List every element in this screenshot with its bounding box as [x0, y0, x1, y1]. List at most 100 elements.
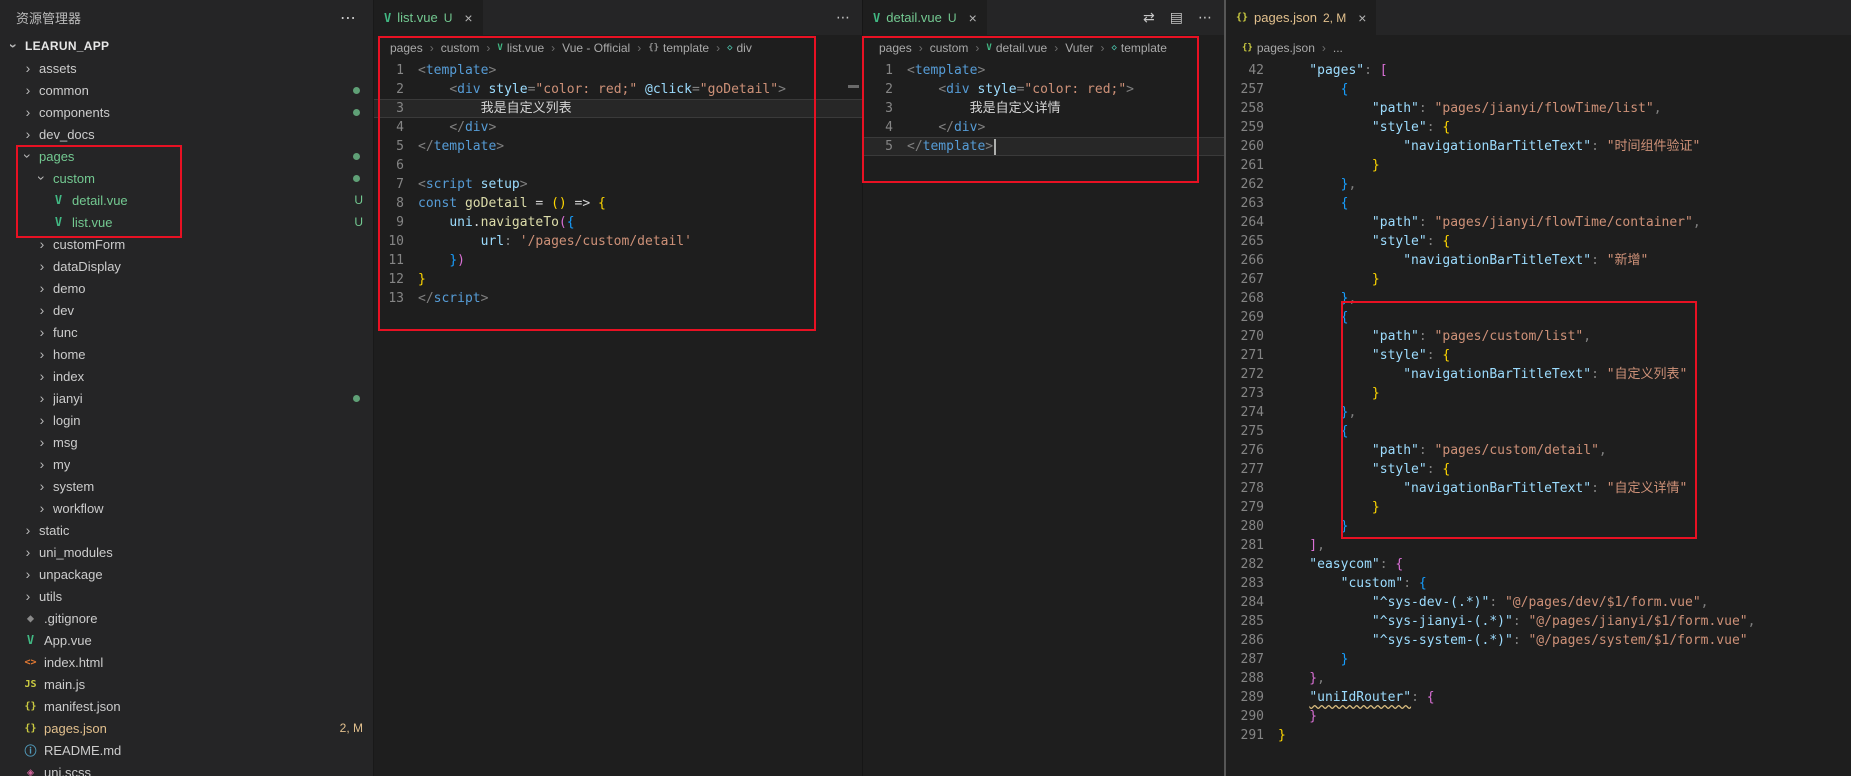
code-line[interactable]: 291} [1226, 726, 1851, 745]
code-line[interactable]: 9 uni.navigateTo({ [374, 213, 862, 232]
code-line[interactable]: 261 } [1226, 156, 1851, 175]
code-line[interactable]: 275 { [1226, 422, 1851, 441]
more-actions-icon[interactable]: ⋯ [836, 9, 850, 26]
tree-item-common[interactable]: ›common [0, 79, 373, 101]
tree-item-unpackage[interactable]: ›unpackage [0, 563, 373, 585]
code-line[interactable]: 290 } [1226, 707, 1851, 726]
tree-item-index[interactable]: ›index [0, 365, 373, 387]
code-line[interactable]: 271 "style": { [1226, 346, 1851, 365]
code-line[interactable]: 2 <div style="color: red;"> [863, 80, 1224, 99]
tree-item-dev[interactable]: ›dev [0, 299, 373, 321]
code-line[interactable]: 1<template> [863, 61, 1224, 80]
code-line[interactable]: 286 "^sys-system-(.*)": "@/pages/system/… [1226, 631, 1851, 650]
breadcrumb-item-item[interactable]: ... [1333, 41, 1343, 55]
code-line[interactable]: 284 "^sys-dev-(.*)": "@/pages/dev/$1/for… [1226, 593, 1851, 612]
tree-item-main-js[interactable]: JSmain.js [0, 673, 373, 695]
code-line[interactable]: 264 "path": "pages/jianyi/flowTime/conta… [1226, 213, 1851, 232]
tree-item-index-html[interactable]: <>index.html [0, 651, 373, 673]
code-line[interactable]: 268 }, [1226, 289, 1851, 308]
more-actions-icon[interactable]: ⋯ [1198, 9, 1212, 26]
code-line[interactable]: 6 [374, 156, 862, 175]
tree-item-system[interactable]: ›system [0, 475, 373, 497]
code-editor-pages-json[interactable]: 42 "pages": [257 {258 "path": "pages/jia… [1226, 61, 1851, 776]
tree-item-custom[interactable]: ›custom [0, 167, 373, 189]
code-line[interactable]: 270 "path": "pages/custom/list", [1226, 327, 1851, 346]
tree-item-utils[interactable]: ›utils [0, 585, 373, 607]
code-line[interactable]: 12} [374, 270, 862, 289]
code-line[interactable]: 257 { [1226, 80, 1851, 99]
code-line[interactable]: 288 }, [1226, 669, 1851, 688]
code-line[interactable]: 283 "custom": { [1226, 574, 1851, 593]
tab-detail-vue[interactable]: Vdetail.vueU× [863, 0, 988, 35]
code-line[interactable]: 2 <div style="color: red;" @click="goDet… [374, 80, 862, 99]
tree-item-manifest-json[interactable]: {}manifest.json [0, 695, 373, 717]
code-line[interactable]: 272 "navigationBarTitleText": "自定义列表" [1226, 365, 1851, 384]
breadcrumb-item-list-vue[interactable]: Vlist.vue [497, 41, 544, 55]
breadcrumb-item-vuter[interactable]: Vuter [1065, 41, 1093, 55]
tree-item-detail-vue[interactable]: Vdetail.vueU [0, 189, 373, 211]
code-line[interactable]: 259 "style": { [1226, 118, 1851, 137]
code-line[interactable]: 273 } [1226, 384, 1851, 403]
tree-item-learun-app[interactable]: ›LEARUN_APP [0, 35, 373, 57]
close-icon[interactable]: × [969, 10, 977, 26]
tree-item-demo[interactable]: ›demo [0, 277, 373, 299]
tree-item-uni-scss[interactable]: ◈uni.scss [0, 761, 373, 776]
breadcrumb-item-pages[interactable]: pages [879, 41, 912, 55]
code-line[interactable]: 42 "pages": [ [1226, 61, 1851, 80]
tab-list-vue[interactable]: Vlist.vueU× [374, 0, 484, 35]
code-line[interactable]: 281 ], [1226, 536, 1851, 555]
code-line[interactable]: 285 "^sys-jianyi-(.*)": "@/pages/jianyi/… [1226, 612, 1851, 631]
code-line[interactable]: 274 }, [1226, 403, 1851, 422]
tree-item-dev-docs[interactable]: ›dev_docs [0, 123, 373, 145]
tree-item-list-vue[interactable]: Vlist.vueU [0, 211, 373, 233]
breadcrumb-item-template[interactable]: ◇template [1111, 41, 1166, 55]
tree-item-msg[interactable]: ›msg [0, 431, 373, 453]
tree-item-jianyi[interactable]: ›jianyi [0, 387, 373, 409]
code-line[interactable]: 263 { [1226, 194, 1851, 213]
code-line[interactable]: 4 </div> [863, 118, 1224, 137]
tree-item-workflow[interactable]: ›workflow [0, 497, 373, 519]
tree-item-readme-md[interactable]: ⓘREADME.md [0, 739, 373, 761]
open-changes-icon[interactable]: ⇄ [1143, 9, 1155, 26]
tree-item-func[interactable]: ›func [0, 321, 373, 343]
code-line[interactable]: 3 我是自定义详情 [863, 99, 1224, 118]
tree-item-gitignore[interactable]: ◆.gitignore [0, 607, 373, 629]
code-line[interactable]: 1<template> [374, 61, 862, 80]
code-line[interactable]: 3 我是自定义列表 [374, 99, 862, 118]
code-line[interactable]: 8const goDetail = () => { [374, 194, 862, 213]
breadcrumb-item-detail-vue[interactable]: Vdetail.vue [986, 41, 1047, 55]
code-line[interactable]: 282 "easycom": { [1226, 555, 1851, 574]
code-line[interactable]: 5</template> [863, 137, 1224, 156]
code-line[interactable]: 7<script setup> [374, 175, 862, 194]
code-line[interactable]: 5</template> [374, 137, 862, 156]
close-icon[interactable]: × [464, 10, 472, 26]
code-line[interactable]: 280 } [1226, 517, 1851, 536]
tree-item-app-vue[interactable]: VApp.vue [0, 629, 373, 651]
tree-item-home[interactable]: ›home [0, 343, 373, 365]
code-line[interactable]: 278 "navigationBarTitleText": "自定义详情" [1226, 479, 1851, 498]
tree-item-my[interactable]: ›my [0, 453, 373, 475]
breadcrumb-item-pages[interactable]: pages [390, 41, 423, 55]
code-line[interactable]: 276 "path": "pages/custom/detail", [1226, 441, 1851, 460]
breadcrumb-item-pages-json[interactable]: {}pages.json [1242, 41, 1315, 55]
split-editor-icon[interactable]: ▤ [1170, 9, 1183, 26]
code-line[interactable]: 287 } [1226, 650, 1851, 669]
tab-pages-json[interactable]: {}pages.json2, M× [1226, 0, 1377, 35]
code-line[interactable]: 265 "style": { [1226, 232, 1851, 251]
code-line[interactable]: 262 }, [1226, 175, 1851, 194]
code-line[interactable]: 266 "navigationBarTitleText": "新增" [1226, 251, 1851, 270]
code-line[interactable]: 267 } [1226, 270, 1851, 289]
code-line[interactable]: 13</script> [374, 289, 862, 308]
tree-item-pages-json[interactable]: {}pages.json2, M [0, 717, 373, 739]
tree-item-assets[interactable]: ›assets [0, 57, 373, 79]
code-line[interactable]: 10 url: '/pages/custom/detail' [374, 232, 862, 251]
close-icon[interactable]: × [1358, 10, 1366, 26]
tree-item-customform[interactable]: ›customForm [0, 233, 373, 255]
code-line[interactable]: 258 "path": "pages/jianyi/flowTime/list"… [1226, 99, 1851, 118]
code-line[interactable]: 260 "navigationBarTitleText": "时间组件验证" [1226, 137, 1851, 156]
code-editor-list-vue[interactable]: 1<template>2 <div style="color: red;" @c… [374, 61, 862, 776]
code-line[interactable]: 269 { [1226, 308, 1851, 327]
breadcrumb-item-div[interactable]: ◇div [727, 41, 752, 55]
code-line[interactable]: 279 } [1226, 498, 1851, 517]
breadcrumb-item-template[interactable]: {}template [648, 41, 709, 55]
